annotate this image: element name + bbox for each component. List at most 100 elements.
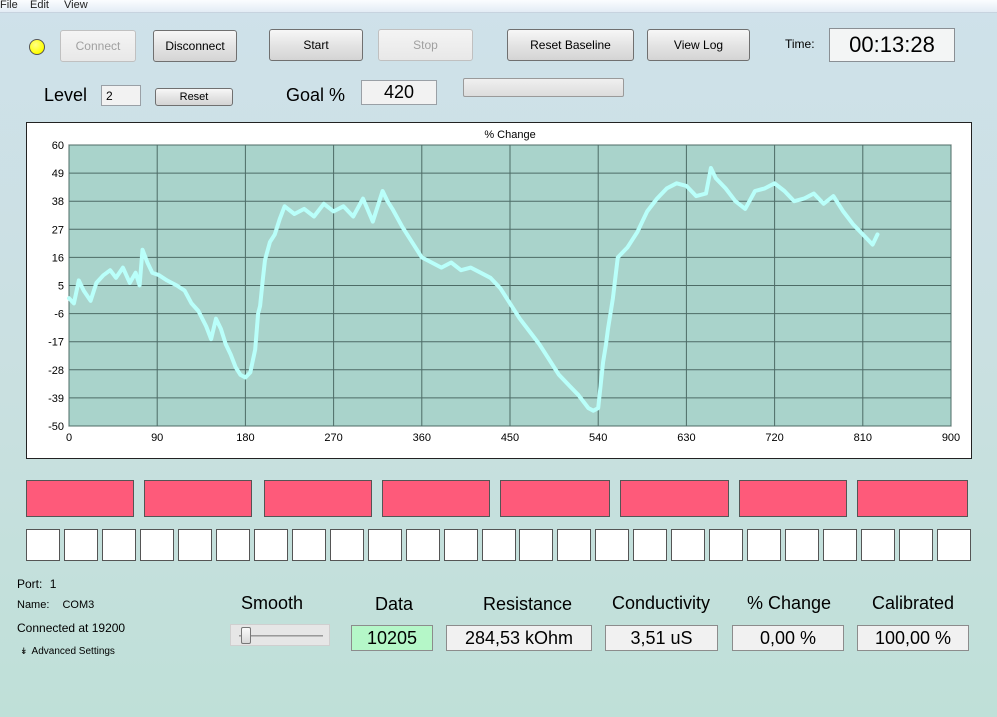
data-point	[302, 207, 306, 211]
red-indicator-box	[144, 480, 252, 517]
y-tick-label: 16	[52, 252, 64, 264]
y-tick-label: -6	[54, 309, 64, 321]
white-indicator-box	[519, 529, 553, 561]
white-indicator-box	[216, 529, 250, 561]
advanced-settings-toggle[interactable]: ↡ Advanced Settings	[20, 646, 115, 657]
smooth-slider[interactable]	[230, 624, 330, 646]
data-point	[871, 243, 875, 247]
data-point	[675, 181, 679, 185]
level-input[interactable]: 2	[101, 85, 141, 106]
red-indicator-box	[857, 480, 968, 517]
data-point	[196, 309, 200, 313]
data-point	[802, 197, 806, 201]
level-reset-button[interactable]: Reset	[155, 88, 233, 106]
reset-baseline-button[interactable]: Reset Baseline	[507, 29, 634, 61]
x-tick-label: 90	[151, 432, 163, 444]
data-point	[94, 281, 98, 285]
data-point	[332, 209, 336, 213]
data-point	[469, 266, 473, 270]
menu-view[interactable]: View	[64, 0, 88, 12]
data-point	[822, 202, 826, 206]
data-point	[190, 301, 193, 305]
data-point	[150, 271, 154, 275]
data-point	[322, 202, 326, 206]
white-indicator-box	[482, 529, 516, 561]
x-tick-label: 810	[854, 432, 872, 444]
white-indicator-box	[823, 529, 857, 561]
data-point	[361, 197, 365, 201]
data-value: 10205	[351, 625, 433, 651]
data-point	[82, 289, 86, 293]
start-button[interactable]: Start	[269, 29, 363, 61]
data-point	[694, 194, 698, 198]
menu-edit[interactable]: Edit	[30, 0, 49, 12]
data-point	[876, 232, 879, 236]
data-point	[128, 281, 132, 285]
data-point	[831, 194, 835, 198]
data-point	[655, 197, 659, 201]
white-indicator-box	[709, 529, 743, 561]
red-indicator-box	[739, 480, 847, 517]
smooth-label: Smooth	[241, 593, 304, 613]
view-log-button[interactable]: View Log	[647, 29, 750, 61]
stop-button[interactable]: Stop	[378, 29, 473, 61]
data-point	[175, 284, 179, 287]
white-indicator-box	[254, 529, 288, 561]
calibrated-value: 100,00 %	[857, 625, 969, 651]
data-point	[248, 370, 252, 374]
x-tick-label: 360	[413, 432, 431, 444]
data-point	[714, 176, 718, 180]
chart-svg: 0 90 180 270 360 450 540 630 720 810 900 -50 -39 -28 -…	[48, 129, 960, 444]
white-indicator-box	[595, 529, 629, 561]
white-indicator-box	[899, 529, 933, 561]
connect-button[interactable]: Connect	[60, 30, 136, 62]
slider-thumb[interactable]	[241, 627, 251, 644]
data-point	[351, 215, 355, 219]
data-point	[586, 406, 590, 410]
x-tick-label: 720	[765, 432, 783, 444]
percent-change-chart: 0 90 180 270 360 450 540 630 720 810 900 -50 -39 -28 -…	[26, 122, 972, 459]
data-point	[606, 327, 610, 331]
data-point	[841, 209, 845, 213]
menu-file[interactable]: File	[0, 0, 18, 12]
data-point	[547, 358, 551, 362]
data-point	[684, 184, 688, 188]
goal-value: 420	[361, 80, 437, 105]
y-tick-label: 49	[52, 168, 64, 180]
data-point	[209, 337, 213, 341]
time-label: Time:	[785, 37, 815, 51]
data-point	[591, 409, 595, 413]
data-point	[138, 284, 142, 287]
data-point	[645, 209, 649, 213]
data-point	[596, 406, 600, 410]
data-point	[381, 189, 385, 193]
data-point	[604, 342, 608, 346]
white-indicator-box	[747, 529, 781, 561]
data-point	[420, 255, 424, 259]
data-point	[239, 373, 242, 377]
data-point	[449, 261, 453, 265]
data-point	[145, 261, 149, 265]
white-indicator-box	[557, 529, 591, 561]
white-indicator-box	[330, 529, 364, 561]
data-point	[157, 273, 161, 277]
data-point	[312, 215, 316, 219]
slider-track-line	[239, 635, 323, 637]
data-point	[77, 278, 81, 282]
white-indicator-box	[633, 529, 667, 561]
change-label: % Change	[747, 593, 832, 613]
data-point	[114, 276, 118, 280]
level-label: Level	[44, 85, 88, 105]
data-point	[861, 232, 865, 236]
y-tick-label: -17	[48, 337, 64, 349]
disconnect-button[interactable]: Disconnect	[153, 30, 237, 62]
data-point	[258, 304, 262, 308]
data-point	[812, 192, 816, 196]
port-label: Port: 1	[17, 577, 57, 591]
red-indicator-box	[382, 480, 490, 517]
y-tick-label: -39	[48, 393, 64, 405]
data-point	[410, 240, 414, 244]
data-point	[273, 232, 277, 236]
menu-bar: File Edit View	[0, 0, 997, 13]
data-point	[567, 383, 571, 387]
